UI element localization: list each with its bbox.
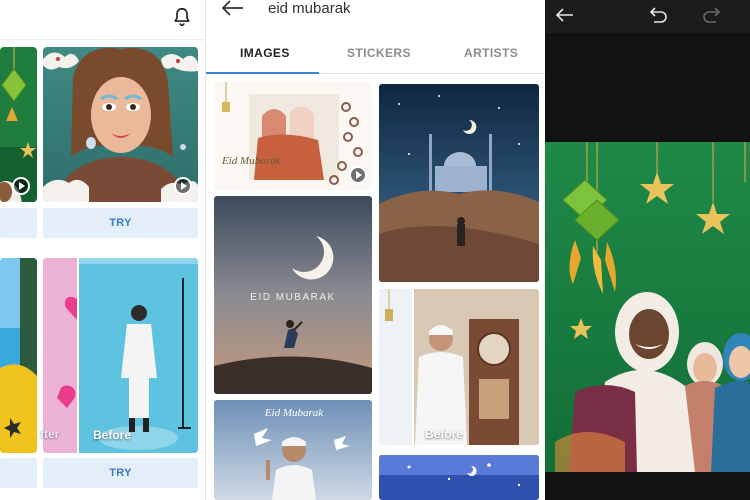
result-tabs: IMAGES STICKERS ARTISTS bbox=[206, 36, 545, 74]
video-play-icon bbox=[12, 177, 30, 195]
active-tab-indicator bbox=[206, 72, 319, 74]
try-button[interactable]: TRY bbox=[43, 208, 198, 238]
edited-eid-image bbox=[545, 142, 750, 472]
arrow-left-icon[interactable] bbox=[222, 0, 244, 16]
undo-icon[interactable] bbox=[648, 6, 668, 24]
result-image-stars bbox=[379, 455, 539, 500]
result-caption: Eid Mubarak bbox=[221, 155, 281, 167]
tab-images[interactable]: IMAGES bbox=[240, 46, 290, 60]
app-screenshot-collage: TRY Before fter TRY eid mubarak IMAGES S… bbox=[0, 0, 750, 500]
search-query[interactable]: eid mubarak bbox=[268, 0, 351, 17]
result-tile-hug[interactable]: Eid Mubarak bbox=[214, 82, 372, 190]
result-tile-mosque[interactable] bbox=[379, 84, 539, 282]
result-image-prayer: EID MUBARAK bbox=[214, 196, 372, 394]
before-after-thumbnail bbox=[43, 258, 198, 453]
feed-panel: TRY Before fter TRY bbox=[0, 0, 205, 500]
redo-icon[interactable] bbox=[702, 6, 722, 24]
result-image-man bbox=[379, 289, 539, 445]
before-label-partial: fter bbox=[40, 427, 60, 441]
editor-canvas[interactable] bbox=[545, 142, 750, 472]
before-label: Before bbox=[93, 428, 132, 442]
result-tile-man[interactable]: Before bbox=[379, 289, 539, 445]
feed-header bbox=[0, 0, 205, 40]
editor-toolbar bbox=[545, 0, 750, 33]
template-tile-yellow-partial[interactable] bbox=[0, 258, 37, 453]
tab-artists[interactable]: ARTISTS bbox=[464, 46, 518, 60]
result-caption: EID MUBARAK bbox=[250, 292, 335, 303]
result-image-mosque bbox=[379, 84, 539, 282]
portrait-template-thumbnail bbox=[43, 47, 198, 202]
video-play-icon bbox=[349, 166, 367, 184]
video-play-icon bbox=[174, 177, 192, 195]
search-panel: eid mubarak IMAGES STICKERS ARTISTS Eid … bbox=[205, 0, 545, 500]
try-button-partial[interactable] bbox=[0, 208, 37, 238]
result-tile-prayer[interactable]: EID MUBARAK bbox=[214, 196, 372, 394]
try-button[interactable]: TRY bbox=[43, 458, 198, 488]
before-after-thumbnail bbox=[0, 258, 37, 453]
tab-stickers[interactable]: STICKERS bbox=[347, 46, 411, 60]
search-bar: eid mubarak bbox=[206, 0, 545, 36]
template-tile-eid-partial[interactable] bbox=[0, 47, 37, 202]
result-tile-stars[interactable] bbox=[379, 455, 539, 500]
try-button-partial[interactable] bbox=[0, 458, 37, 488]
result-image-boy: Eid Mubarak bbox=[214, 400, 372, 500]
bell-icon[interactable] bbox=[171, 6, 193, 28]
result-caption: Eid Mubarak bbox=[264, 407, 324, 419]
template-tile-studio[interactable]: Before bbox=[43, 258, 198, 453]
before-label: Before bbox=[425, 427, 464, 441]
template-tile-portrait[interactable] bbox=[43, 47, 198, 202]
result-tile-boy[interactable]: Eid Mubarak bbox=[214, 400, 372, 500]
arrow-left-icon[interactable] bbox=[556, 8, 574, 22]
editor-panel bbox=[545, 0, 750, 500]
